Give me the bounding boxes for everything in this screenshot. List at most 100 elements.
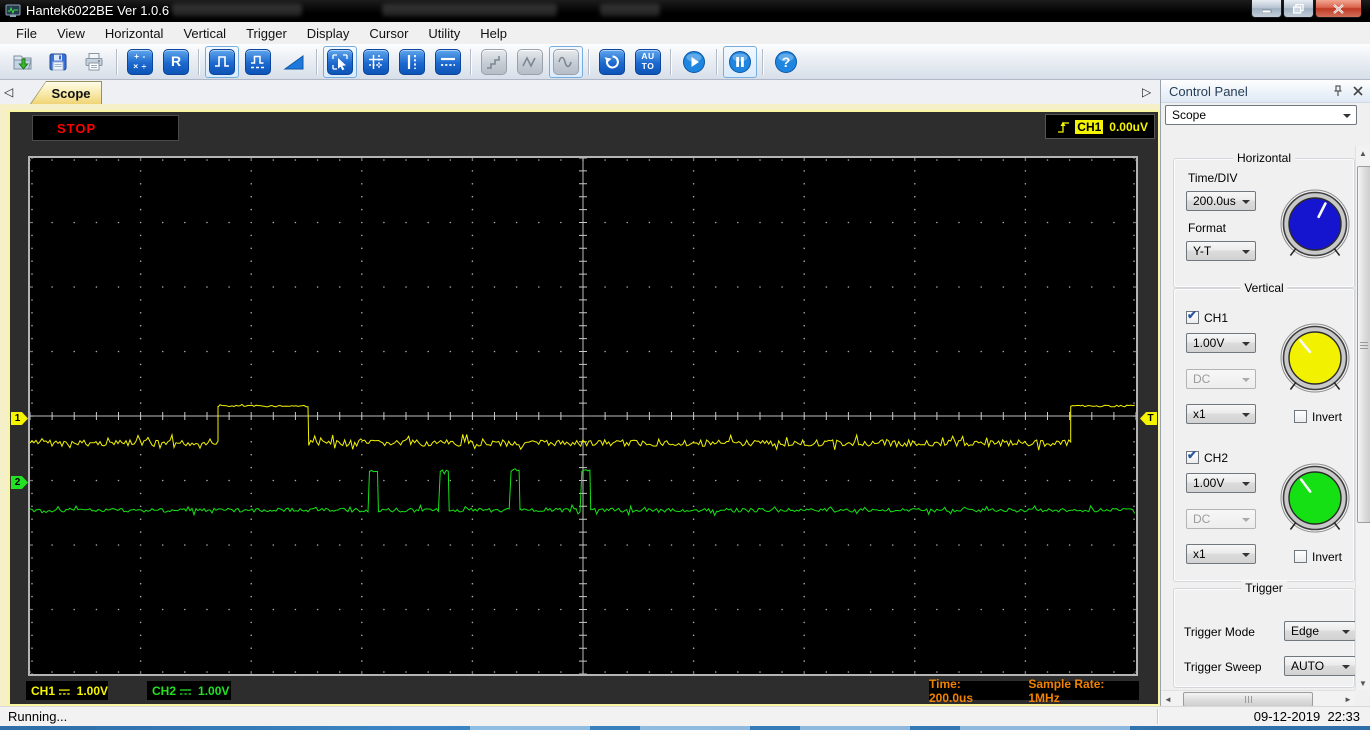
- trigger-sweep-label: Trigger Sweep: [1184, 660, 1262, 674]
- toolbar-separator: [116, 48, 118, 75]
- scroll-up-icon[interactable]: ▲: [1356, 146, 1370, 160]
- control-panel-title: Control Panel: [1169, 83, 1248, 99]
- ch1-volts-dropdown[interactable]: 1.00V: [1186, 333, 1256, 353]
- panel-horizontal-scrollbar[interactable]: ◄ ►: [1161, 690, 1355, 707]
- trigger-level-marker[interactable]: T: [1140, 412, 1157, 425]
- trigger-mode-dropdown[interactable]: Edge: [1284, 621, 1356, 641]
- menu-view[interactable]: View: [47, 24, 95, 43]
- ch2-scale-readout: CH2 1.00V: [147, 681, 231, 700]
- ch1-position-knob[interactable]: [1273, 317, 1357, 401]
- format-dropdown[interactable]: Y-T: [1186, 241, 1256, 261]
- trigger-mode-label: Trigger Mode: [1184, 625, 1255, 639]
- ch1-position-marker[interactable]: 1: [11, 412, 28, 425]
- tab-scroll-left-icon[interactable]: ◁: [4, 84, 13, 100]
- menu-trigger[interactable]: Trigger: [236, 24, 297, 43]
- vertical-group: Vertical ✔ CH1 1.00V DC x1 Invert ✔ CH2 …: [1173, 281, 1357, 582]
- ch1-invert-checkbox[interactable]: [1294, 410, 1307, 423]
- menu-vertical[interactable]: Vertical: [173, 24, 236, 43]
- close-button[interactable]: [1315, 0, 1362, 18]
- pulse-measure-button[interactable]: [241, 46, 275, 78]
- menu-file[interactable]: File: [6, 24, 47, 43]
- ch1-probe-dropdown[interactable]: x1: [1186, 404, 1256, 424]
- toolbar-separator: [670, 48, 672, 75]
- vertical-scroll-thumb[interactable]: [1357, 166, 1370, 523]
- minimize-button[interactable]: [1251, 0, 1282, 18]
- toolbar-separator: [762, 48, 764, 75]
- cursor-select-button[interactable]: [323, 45, 357, 78]
- help-button[interactable]: ?: [769, 46, 803, 78]
- scroll-left-icon[interactable]: ◄: [1161, 692, 1175, 706]
- toolbar-separator: [588, 48, 590, 75]
- window-title: Hantek6022BE Ver 1.0.6: [26, 3, 170, 18]
- menu-utility[interactable]: Utility: [418, 24, 470, 43]
- tab-scope[interactable]: Scope: [30, 81, 102, 104]
- trigger-edge-icon: [1058, 121, 1070, 133]
- horizontal-position-knob[interactable]: [1273, 183, 1357, 267]
- restore-button[interactable]: [1283, 0, 1314, 18]
- ch2-coupling-dropdown[interactable]: DC: [1186, 509, 1256, 529]
- save-button[interactable]: [41, 46, 75, 78]
- reference-wave-button[interactable]: R: [159, 46, 193, 78]
- trigger-sweep-dropdown[interactable]: AUTO: [1284, 656, 1356, 676]
- time-per-div: Time: 200.0us: [929, 676, 974, 705]
- open-button[interactable]: [5, 46, 39, 78]
- menu-display[interactable]: Display: [297, 24, 360, 43]
- sample-rate: Sample Rate: 1MHz: [1028, 676, 1105, 705]
- cross-cursor-button[interactable]: [359, 46, 393, 78]
- triangle-wave-button[interactable]: [513, 46, 547, 78]
- ch2-probe-dropdown[interactable]: x1: [1186, 544, 1256, 564]
- menu-cursor[interactable]: Cursor: [359, 24, 418, 43]
- panel-vertical-scrollbar[interactable]: ▲ ▼: [1355, 146, 1370, 690]
- pause-button[interactable]: [723, 45, 757, 78]
- ch2-position-marker[interactable]: 2: [11, 476, 28, 489]
- app-icon: [5, 3, 21, 19]
- menu-horizontal[interactable]: Horizontal: [95, 24, 174, 43]
- application-window: Hantek6022BE Ver 1.0.6 File View Horizon…: [0, 0, 1370, 730]
- ramp-button[interactable]: [277, 46, 311, 78]
- pin-icon[interactable]: [1330, 83, 1346, 99]
- taskbar-sliver: [0, 726, 1370, 730]
- dc-coupling-icon: [180, 688, 192, 695]
- vertical-cursor-button[interactable]: [395, 46, 429, 78]
- status-divider: [1157, 709, 1159, 724]
- autoset-button[interactable]: AU TO: [631, 46, 665, 78]
- toolbar-separator: [316, 48, 318, 75]
- menu-help[interactable]: Help: [470, 24, 517, 43]
- start-button[interactable]: [677, 46, 711, 78]
- scope-display-area: STOP CH1 0.00uV 1 2 T CH1 1.00V CH2 1.00…: [8, 110, 1160, 706]
- refresh-button[interactable]: [595, 46, 629, 78]
- close-panel-icon[interactable]: [1350, 83, 1366, 99]
- title-bar: Hantek6022BE Ver 1.0.6: [0, 0, 1370, 22]
- background-window-remnant: [600, 4, 660, 16]
- tab-bar: ◁ Scope ▷: [0, 80, 1160, 104]
- square-wave-button[interactable]: [205, 45, 239, 78]
- toolbar: + - × ÷ R AU TO?: [0, 44, 1370, 80]
- toolbar-separator: [198, 48, 200, 75]
- status-datetime: 09-12-2019 22:33: [1253, 709, 1360, 724]
- ch2-volts-dropdown[interactable]: 1.00V: [1186, 473, 1256, 493]
- ch2-label: CH2: [1204, 451, 1229, 465]
- ch1-enable-checkbox[interactable]: ✔: [1186, 308, 1199, 324]
- status-message: Running...: [8, 709, 68, 724]
- step-wave-button[interactable]: [477, 46, 511, 78]
- horizontal-scroll-thumb[interactable]: [1183, 692, 1313, 707]
- ch1-coupling-dropdown[interactable]: DC: [1186, 369, 1256, 389]
- background-window-remnant: [382, 4, 557, 16]
- toolbar-separator: [470, 48, 472, 75]
- sine-wave-button[interactable]: [549, 45, 583, 78]
- print-button[interactable]: [77, 46, 111, 78]
- ch1-scale-readout: CH1 1.00V: [26, 681, 108, 700]
- ch2-invert-checkbox[interactable]: [1294, 550, 1307, 563]
- horizontal-cursor-button[interactable]: [431, 46, 465, 78]
- timediv-dropdown[interactable]: 200.0us: [1186, 191, 1256, 211]
- ch2-position-knob[interactable]: [1273, 457, 1357, 541]
- panel-mode-dropdown[interactable]: Scope: [1165, 105, 1357, 125]
- timediv-label: Time/DIV: [1188, 171, 1238, 185]
- math-button[interactable]: + - × ÷: [123, 46, 157, 78]
- scroll-right-icon[interactable]: ►: [1341, 692, 1355, 706]
- ch2-enable-checkbox[interactable]: ✔: [1186, 448, 1199, 464]
- background-window-remnant: [172, 4, 302, 16]
- control-panel-header: Control Panel: [1161, 80, 1370, 103]
- scroll-down-icon[interactable]: ▼: [1356, 676, 1370, 690]
- tab-scroll-right-icon[interactable]: ▷: [1142, 84, 1151, 100]
